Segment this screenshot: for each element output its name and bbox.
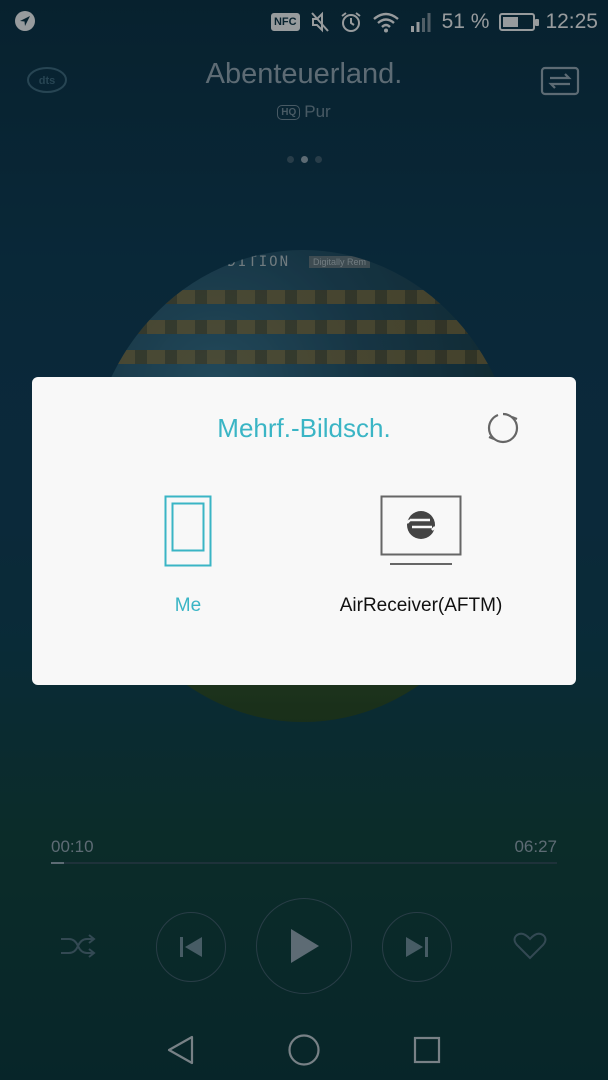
device-label-me: Me — [174, 595, 202, 616]
device-airreceiver[interactable]: AirReceiver(AFTM) — [326, 495, 516, 617]
multi-screen-dialog: Mehrf.-Bildsch. Me AirReceiver(AFTM) — [32, 377, 576, 685]
device-label-airreceiver: AirReceiver(AFTM) — [339, 595, 503, 616]
tv-icon — [380, 495, 462, 565]
device-me[interactable]: Me — [132, 495, 244, 617]
phone-icon — [164, 495, 212, 567]
refresh-icon[interactable] — [486, 411, 520, 445]
